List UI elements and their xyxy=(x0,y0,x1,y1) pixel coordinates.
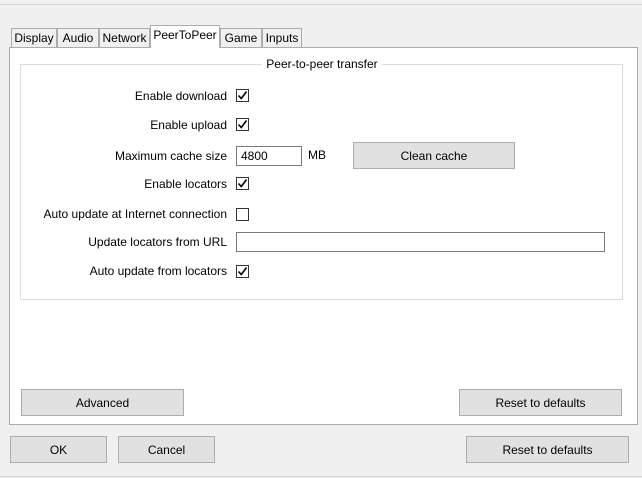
clean-cache-button[interactable]: Clean cache xyxy=(353,142,515,169)
panel-reset-defaults-button[interactable]: Reset to defaults xyxy=(459,389,622,416)
checkmark-icon xyxy=(237,267,248,276)
enable-upload-label: Enable upload xyxy=(150,118,227,132)
checkmark-icon xyxy=(237,120,248,129)
max-cache-unit: MB xyxy=(308,148,326,162)
tab-inputs[interactable]: Inputs xyxy=(262,28,302,48)
max-cache-input[interactable]: 4800 xyxy=(236,146,302,166)
ok-button[interactable]: OK xyxy=(10,436,107,463)
auto-update-locators-checkbox[interactable] xyxy=(236,265,249,278)
tab-audio[interactable]: Audio xyxy=(57,28,99,48)
enable-locators-checkbox[interactable] xyxy=(236,177,249,190)
auto-update-internet-checkbox[interactable] xyxy=(236,208,249,221)
enable-upload-checkbox[interactable] xyxy=(236,118,249,131)
cancel-button[interactable]: Cancel xyxy=(118,436,215,463)
enable-download-checkbox[interactable] xyxy=(236,89,249,102)
checkmark-icon xyxy=(237,179,248,188)
groupbox-title: Peer-to-peer transfer xyxy=(262,57,382,71)
tab-game[interactable]: Game xyxy=(220,28,262,48)
update-url-input[interactable] xyxy=(236,232,605,252)
tab-peertopeer[interactable]: PeerToPeer xyxy=(150,25,220,48)
enable-locators-label: Enable locators xyxy=(144,177,227,191)
tab-display[interactable]: Display xyxy=(11,28,57,48)
tab-network[interactable]: Network xyxy=(99,28,150,48)
checkmark-icon xyxy=(237,91,248,100)
auto-update-locators-label: Auto update from locators xyxy=(89,264,227,278)
enable-download-label: Enable download xyxy=(134,89,227,103)
auto-update-internet-label: Auto update at Internet connection xyxy=(43,207,227,221)
window-top-edge xyxy=(0,0,642,5)
dialog-reset-defaults-button[interactable]: Reset to defaults xyxy=(466,436,629,463)
max-cache-label: Maximum cache size xyxy=(114,149,227,163)
advanced-button[interactable]: Advanced xyxy=(21,389,184,416)
update-url-label: Update locators from URL xyxy=(88,235,227,249)
